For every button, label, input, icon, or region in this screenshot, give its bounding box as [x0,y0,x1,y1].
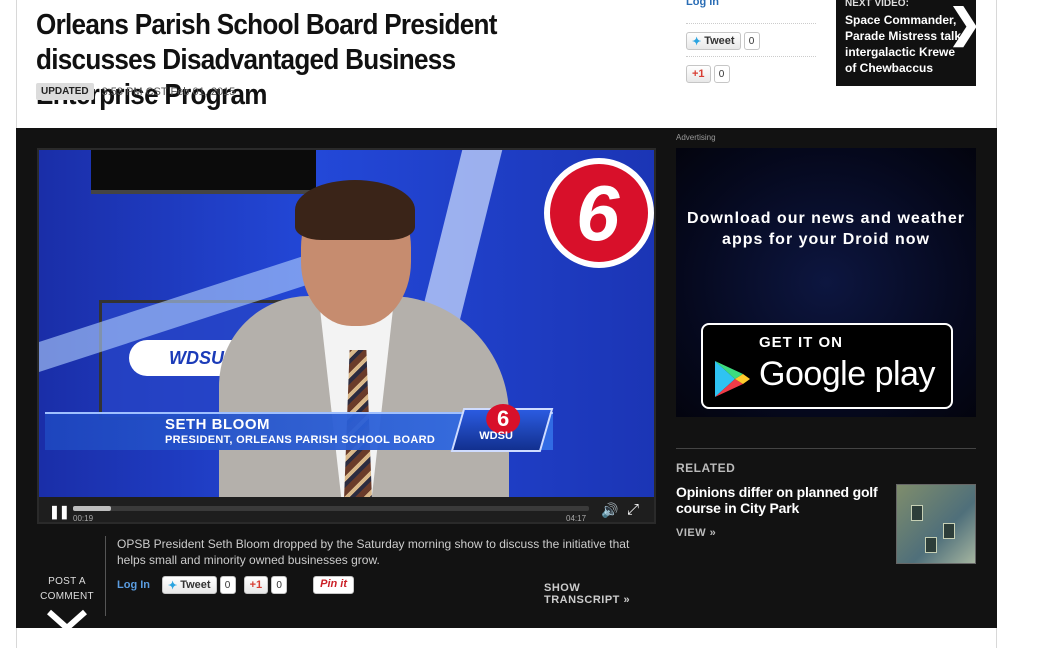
wdsu-logo-text: WDSU [479,430,513,442]
related-story-title[interactable]: Opinions differ on planned golf course i… [676,484,886,516]
gplus-label: +1 [692,68,705,80]
gplus-button[interactable]: +1 [686,65,711,83]
wdsu-logo: 6 WDSU [450,404,554,452]
tweet-button[interactable]: ✦ Tweet [686,32,741,50]
video-caption: OPSB President Seth Bloom dropped by the… [117,537,630,567]
related-heading: RELATED [676,461,736,475]
related-story-thumbnail[interactable] [896,484,976,564]
video-gplus-label: +1 [249,579,263,591]
updated-timestamp: 3:53 PM CST Feb 01, 2015 [101,85,236,98]
next-video-label: NEXT VIDEO: [845,0,909,9]
video-frame[interactable]: 6 WDSU SETH BLOOM PRESIDENT, ORLEANS PAR… [39,150,654,497]
time-total: 04:17 [566,514,587,523]
pinterest-button[interactable]: Pin it [313,576,355,594]
updated-row: UPDATED 3:53 PM CST Feb 01, 2015 [36,83,235,100]
channel-number: 6 [576,169,620,257]
ad-headline: Download our news and weather apps for y… [687,210,965,248]
video-player[interactable]: 6 WDSU SETH BLOOM PRESIDENT, ORLEANS PAR… [37,148,656,524]
tweet-label: Tweet [704,35,735,47]
video-tweet-label: Tweet [180,579,211,591]
post-comment-button[interactable]: POST A COMMENT [30,574,104,604]
video-tweet-count: 0 [219,576,236,594]
video-gplus-button[interactable]: +1 [243,576,269,594]
related-divider [676,448,976,449]
advertising-label: Advertising [676,133,716,142]
tweet-count: 0 [743,32,760,50]
chevron-down-icon[interactable] [46,606,88,636]
advertisement[interactable]: Download our news and weather apps for y… [676,148,976,417]
pause-icon[interactable]: ❚❚ [49,504,70,520]
studio-logo-text: WDSU [169,348,224,368]
related-view-link[interactable]: VIEW » [676,527,716,539]
studio-monitor [91,150,316,194]
next-video-title: Space Commander, Parade Mistress talk in… [845,13,962,75]
show-transcript-link[interactable]: SHOW TRANSCRIPT » [544,582,656,606]
gplus-count: 0 [713,65,730,83]
video-login-link[interactable]: Log In [117,579,150,591]
video-gplus-count: 0 [271,576,288,594]
get-it-on-label: GET IT ON [759,334,843,351]
post-comment-line1: POST A [48,576,86,587]
google-play-icon [715,361,750,397]
thumbnail-detail [925,537,937,553]
progress-bar[interactable] [73,506,589,511]
video-caption-area: OPSB President Seth Bloom dropped by the… [105,536,656,616]
google-play-label: Google play [759,355,935,393]
next-video-card[interactable]: NEXT VIDEO: Space Commander, Parade Mist… [836,0,976,86]
chevron-right-icon[interactable]: ❯ [948,4,976,44]
share-divider [686,23,816,24]
thumbnail-detail [911,505,923,521]
presenter-hair [295,180,415,240]
google-play-badge[interactable]: GET IT ON Google play [701,323,953,409]
lower-third-role: PRESIDENT, ORLEANS PARISH SCHOOL BOARD [165,434,436,446]
post-comment-line2: COMMENT [40,591,94,602]
login-link[interactable]: Log In [686,0,719,8]
progress-played [73,506,112,511]
video-tweet-button[interactable]: ✦ Tweet [162,576,217,594]
video-share-row: Log In ✦ Tweet 0 +1 0 Pin it [117,576,355,594]
fullscreen-icon[interactable]: ⤢ [627,501,639,518]
twitter-bird-icon: ✦ [692,35,702,48]
video-controls: ❚❚ 00:19 04:17 🔊 ⤢ [39,497,654,523]
thumbnail-detail [943,523,955,539]
lower-third-name: SETH BLOOM [165,416,270,433]
gplus-group: +1 0 [686,65,730,83]
updated-badge: UPDATED [36,83,94,100]
twitter-bird-icon: ✦ [168,579,178,592]
volume-icon[interactable]: 🔊 [601,502,618,519]
share-divider [686,56,816,57]
channel-logo: 6 [544,158,654,268]
tweet-group: ✦ Tweet 0 [686,32,760,50]
time-elapsed: 00:19 [73,514,94,523]
